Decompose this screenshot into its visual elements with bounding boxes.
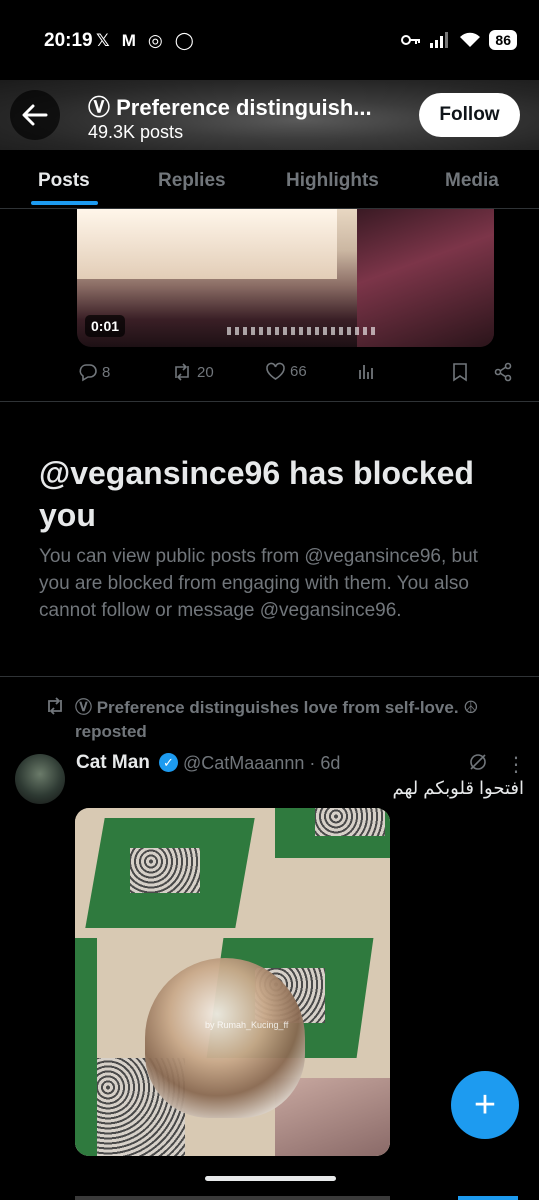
repost-button[interactable]: 20 [171, 362, 214, 382]
home-indicator[interactable] [205, 1176, 336, 1181]
gmail-icon: M [121, 31, 136, 50]
divider [0, 401, 539, 402]
app-icon: ◎ [147, 31, 163, 50]
reply-count: 8 [102, 363, 111, 381]
plus-icon: + [473, 1083, 497, 1126]
views-icon [359, 365, 373, 379]
active-tab-indicator [31, 201, 98, 205]
photo-tile-pebble [130, 848, 200, 893]
reply-icon [79, 364, 97, 382]
verified-badge-icon: ✓ [159, 753, 178, 772]
like-button[interactable]: 66 [265, 362, 307, 381]
bookmark-button[interactable] [452, 362, 468, 382]
author-handle[interactable]: @CatMaaannn · 6d [183, 753, 340, 774]
author-name[interactable]: Cat Man [76, 752, 150, 774]
key-icon [401, 35, 421, 45]
photo-watermark: by Rumah_Kucing_ff [205, 1020, 289, 1030]
like-count: 66 [290, 363, 307, 380]
tweet-text: افتحوا قلوبكم لهم [392, 778, 524, 798]
tab-highlights[interactable]: Highlights [286, 170, 379, 192]
tweet-photo[interactable]: by Rumah_Kucing_ff [75, 808, 390, 1156]
views-button[interactable] [358, 362, 376, 380]
divider [0, 676, 539, 677]
repost-label[interactable]: Ⓥ Preference distinguishes love from sel… [75, 696, 515, 744]
avatar[interactable] [15, 754, 65, 804]
more-options-icon[interactable]: ⋮ [506, 752, 526, 777]
blocked-title: @vegansince96 has blocked you [39, 455, 474, 533]
blocked-body: You can view public posts from @vegansin… [39, 546, 478, 621]
follow-button[interactable]: Follow [419, 93, 520, 137]
compose-button[interactable]: + [451, 1071, 519, 1139]
battery-icon: 86 [489, 30, 517, 50]
tab-posts[interactable]: Posts [38, 170, 90, 192]
repost-indicator-icon [48, 697, 62, 715]
video-frame-lights [227, 327, 377, 335]
circle-app-icon: ◯ [174, 31, 194, 50]
photo-tile-pebble [315, 808, 385, 836]
signal-icon [430, 32, 449, 48]
back-button[interactable] [10, 90, 60, 140]
share-icon [494, 362, 512, 382]
tab-media[interactable]: Media [445, 170, 499, 192]
share-button[interactable] [493, 362, 513, 382]
bookmark-icon [453, 363, 467, 382]
photo-stick [75, 938, 97, 1156]
next-post-edge [75, 1196, 390, 1200]
photo-cat [145, 958, 305, 1118]
video-frame-stage [77, 209, 337, 279]
notification-icons: 𝕏 M ◎ ◯ [96, 31, 194, 51]
grok-icon[interactable] [468, 752, 488, 777]
system-icons: 86 [401, 30, 517, 50]
wifi-icon [460, 32, 481, 47]
profile-name: Ⓥ Preference distinguish... [88, 95, 372, 120]
x-app-icon: 𝕏 [96, 31, 110, 50]
heart-icon [266, 362, 285, 380]
status-time: 20:19 [44, 30, 93, 51]
reply-button[interactable]: 8 [78, 362, 110, 382]
tab-replies[interactable]: Replies [158, 170, 226, 192]
arrow-left-icon [22, 104, 48, 126]
video-thumbnail[interactable] [77, 209, 494, 347]
repost-count: 20 [197, 363, 214, 381]
next-post-edge [458, 1196, 518, 1200]
status-bar: 20:19 𝕏 M ◎ ◯ 86 [0, 0, 539, 80]
video-frame-figure [357, 209, 494, 347]
video-duration: 0:01 [85, 315, 126, 337]
post-count: 49.3K posts [88, 122, 184, 142]
repost-icon [175, 363, 189, 381]
